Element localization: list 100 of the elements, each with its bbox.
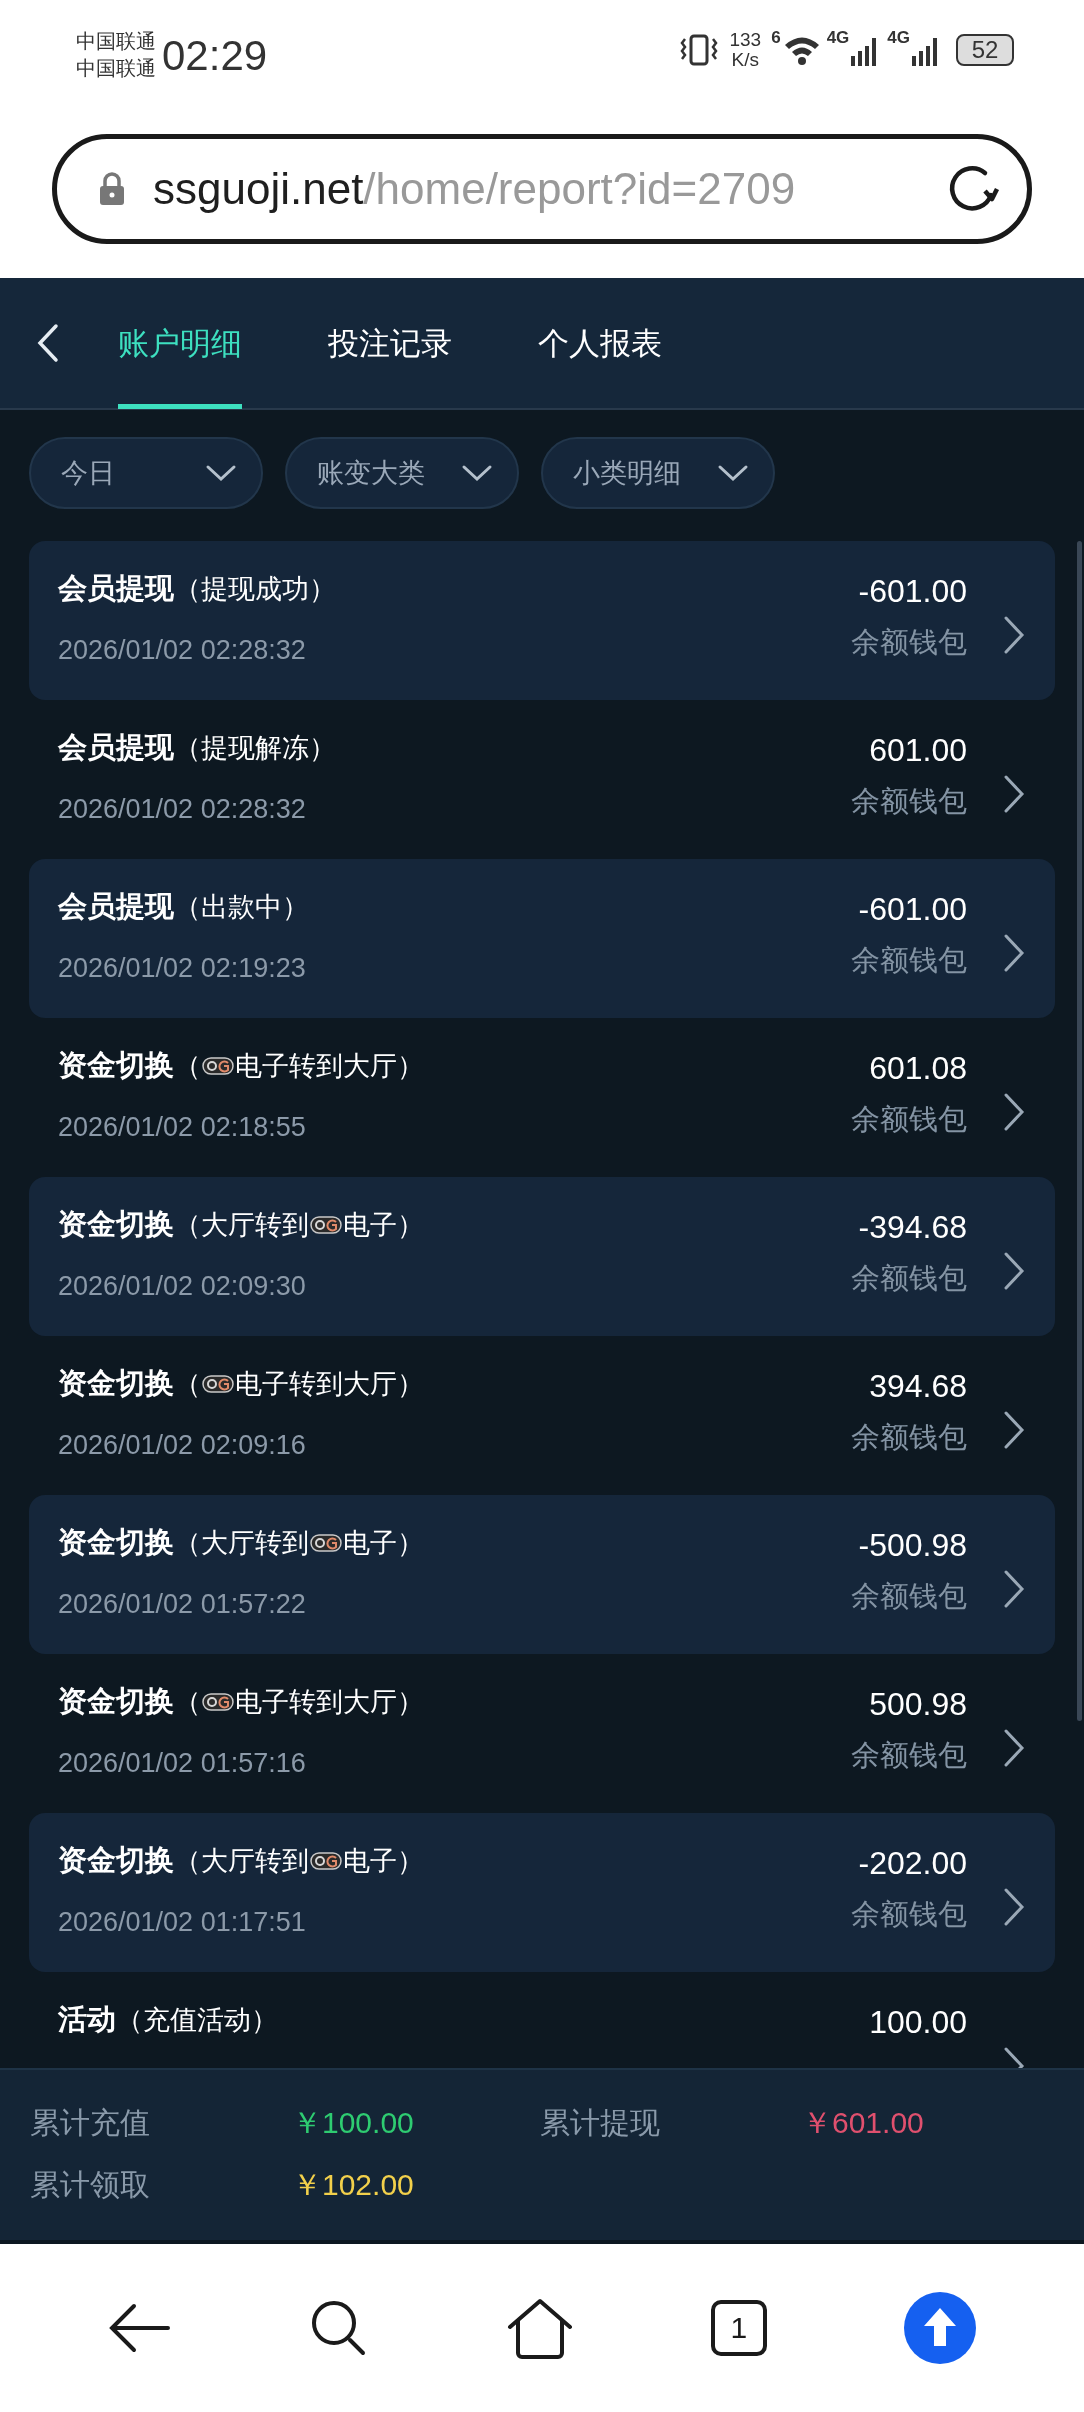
transaction-row[interactable]: 会员提现（提现解冻） 2026/01/02 02:28:32 601.00 余额钱包 (29, 700, 1055, 859)
transaction-detail: 电子） (343, 1209, 424, 1242)
wifi-label: 6 (771, 28, 781, 48)
transaction-detail: 电子转到大厅） (235, 1050, 424, 1083)
wallet-name: 余额钱包 (851, 1897, 967, 1932)
transaction-detail: （提现解冻） (174, 732, 336, 765)
transaction-amount: 100.00 (869, 2003, 967, 2042)
transaction-amount: 601.08 (869, 1049, 967, 1088)
wallet-name: 余额钱包 (851, 1261, 967, 1296)
transaction-time: 2026/01/02 02:09:16 (58, 1430, 307, 1461)
summary-value: ￥100.00 (292, 2104, 414, 2141)
wallet-name: 余额钱包 (851, 1102, 967, 1137)
transaction-time: 2026/01/02 01:57:16 (58, 1748, 307, 1779)
tab[interactable]: 账户明细 (118, 277, 242, 409)
transaction-amount: -394.68 (858, 1208, 967, 1247)
summary-value: ￥102.00 (292, 2166, 414, 2203)
upload-icon[interactable] (903, 2292, 976, 2364)
transaction-type: 资金切换 (58, 1366, 174, 1401)
lock-icon (99, 172, 125, 206)
filter-dropdown[interactable]: 小类明细 (541, 436, 775, 509)
wallet-name: 余额钱包 (851, 1738, 967, 1773)
transaction-type: 会员提现 (58, 730, 174, 765)
vibrate-icon (679, 33, 720, 67)
wallet-name: 余额钱包 (851, 1420, 967, 1455)
clock-time: 02:29 (162, 32, 268, 80)
url-text: ssguoji.net/home/report?id=2709 (153, 164, 797, 214)
tabs-button[interactable]: 1 (710, 2300, 767, 2356)
transaction-card[interactable]: 会员提现（提现成功） 2026/01/02 02:28:32 -601.00 余额钱包 (29, 541, 1055, 700)
transaction-time: 2026/01/02 01:17:51 (58, 1907, 307, 1938)
filter-dropdown[interactable]: 今日 (29, 436, 263, 509)
transaction-detail: 电子转到大厅） (235, 1686, 424, 1719)
transaction-type: 活动 (58, 2002, 116, 2037)
transaction-row[interactable]: 资金切换（ 电子转到大厅） 2026/01/02 02:18:55 601.08 余额钱包 (29, 1018, 1055, 1177)
tab[interactable]: 投注记录 (328, 277, 452, 409)
transaction-row[interactable]: 资金切换（ 电子转到大厅） 2026/01/02 02:09:16 394.68 余额钱包 (29, 1336, 1055, 1495)
summary-label: 累计提现 (540, 2104, 661, 2141)
transaction-detail: （ (174, 1368, 201, 1401)
wallet-name: 余额钱包 (851, 943, 967, 978)
transaction-card[interactable]: 资金切换（大厅转到 电子） 2026/01/02 02:09:30 -394.68 余额钱包 (29, 1177, 1055, 1336)
transaction-detail: 电子） (343, 1527, 424, 1560)
transaction-time: 2026/01/02 02:28:32 (58, 635, 307, 666)
summary-value: ￥601.00 (802, 2104, 924, 2141)
transaction-time: 2026/01/02 02:28:32 (58, 794, 307, 825)
transaction-detail: 电子转到大厅） (235, 1368, 424, 1401)
transaction-time: 2026/01/02 02:18:55 (58, 1112, 307, 1143)
transaction-card[interactable]: 会员提现（出款中） 2026/01/02 02:19:23 -601.00 余额钱包 (29, 859, 1055, 1018)
chevron-down-icon (717, 463, 749, 482)
transaction-time: 2026/01/02 02:19:23 (58, 953, 307, 984)
transaction-amount: -601.00 (858, 890, 967, 929)
transaction-card[interactable]: 资金切换（大厅转到 电子） 2026/01/02 01:17:51 -202.00 余额钱包 (29, 1813, 1055, 1972)
home-icon[interactable] (506, 2297, 574, 2359)
transaction-amount: 601.00 (869, 731, 967, 770)
logo-icon (310, 1850, 342, 1872)
carrier-name: 中国联通 (76, 56, 156, 81)
transaction-type: 资金切换 (58, 1843, 174, 1878)
transaction-detail: （大厅转到 (174, 1209, 309, 1242)
transaction-amount: 394.68 (869, 1367, 967, 1406)
back-icon[interactable] (36, 323, 60, 363)
address-bar[interactable]: ssguoji.net/home/report?id=2709 (52, 134, 1032, 244)
transaction-detail: （大厅转到 (174, 1527, 309, 1560)
transaction-type: 资金切换 (58, 1525, 174, 1560)
carrier-name: 中国联通 (76, 29, 156, 54)
logo-icon (310, 1532, 342, 1554)
wallet-name: 余额钱包 (851, 625, 967, 660)
transaction-row[interactable]: 资金切换（ 电子转到大厅） 2026/01/02 01:57:16 500.98 余额钱包 (29, 1654, 1055, 1813)
logo-icon (310, 1214, 342, 1236)
network-label: 4G (826, 28, 850, 48)
chevron-down-icon (205, 463, 237, 482)
summary-label: 累计充值 (30, 2104, 151, 2141)
transaction-time: 2026/01/02 02:09:30 (58, 1271, 307, 1302)
transaction-time: 2026/01/02 01:57:22 (58, 1589, 307, 1620)
transaction-detail: （出款中） (174, 891, 309, 924)
transaction-amount: -202.00 (858, 1844, 967, 1883)
transaction-amount: 500.98 (869, 1685, 967, 1724)
transaction-detail: （提现成功） (174, 573, 336, 606)
wallet-name: 余额钱包 (851, 784, 967, 819)
transaction-type: 资金切换 (58, 1207, 174, 1242)
speed-unit: K/s (731, 50, 760, 70)
transaction-detail: （ (174, 1050, 201, 1083)
logo-icon (202, 1691, 234, 1713)
transaction-detail: （ (174, 1686, 201, 1719)
filter-dropdown[interactable]: 账变大类 (285, 436, 519, 509)
tab[interactable]: 个人报表 (538, 277, 662, 409)
network-label: 4G (887, 28, 910, 48)
transaction-type: 资金切换 (58, 1048, 174, 1083)
transaction-detail: 电子） (343, 1845, 424, 1878)
battery-level: 52 (971, 36, 999, 64)
transaction-amount: -601.00 (858, 572, 967, 611)
transaction-card[interactable]: 资金切换（大厅转到 电子） 2026/01/02 01:57:22 -500.98 余额钱包 (29, 1495, 1055, 1654)
logo-icon (202, 1055, 234, 1077)
summary-label: 累计领取 (30, 2166, 151, 2203)
transaction-type: 资金切换 (58, 1684, 174, 1719)
transaction-amount: -500.98 (858, 1526, 967, 1565)
transaction-detail: （充值活动） (116, 2004, 278, 2037)
transaction-row[interactable]: 活动（充值活动） 100.00 (29, 1972, 1055, 2068)
transaction-type: 会员提现 (58, 889, 174, 924)
wallet-name: 余额钱包 (851, 1579, 967, 1614)
speed-value: 133 (729, 30, 762, 50)
logo-icon (202, 1373, 234, 1395)
transaction-detail: （大厅转到 (174, 1845, 309, 1878)
